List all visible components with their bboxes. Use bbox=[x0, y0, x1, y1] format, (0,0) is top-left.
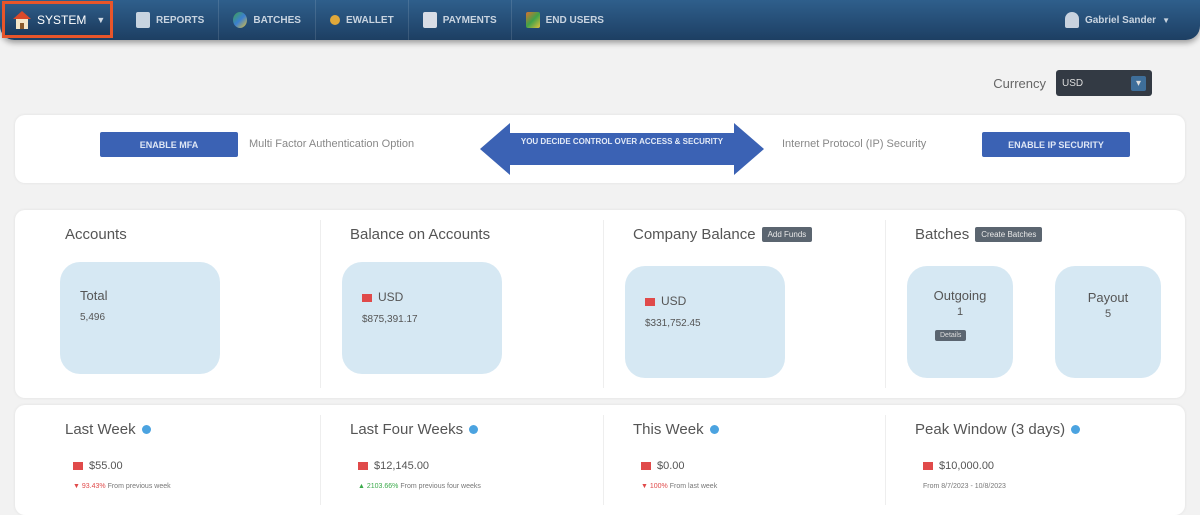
last-four-weeks-delta: ▲ 2103.66% From previous four weeks bbox=[358, 483, 481, 490]
accounts-card-label: Total bbox=[80, 288, 108, 303]
currency-selector: Currency USD ▾ bbox=[993, 70, 1152, 96]
system-menu-button[interactable]: SYSTEM ▼ bbox=[2, 1, 113, 38]
info-icon[interactable] bbox=[709, 425, 719, 434]
currency-label: Currency bbox=[993, 75, 1046, 91]
home-icon bbox=[13, 10, 31, 29]
last-four-weeks-title: Last Four Weeks bbox=[350, 421, 479, 438]
company-balance-title: Company Balance Add Funds bbox=[633, 226, 813, 243]
nav-item-ewallet[interactable]: EWALLET bbox=[316, 0, 409, 40]
nav-item-end-users[interactable]: END USERS bbox=[512, 0, 618, 40]
batches-icon bbox=[233, 12, 248, 28]
user-menu[interactable]: Gabriel Sander ▼ bbox=[1064, 0, 1170, 40]
ip-description: Internet Protocol (IP) Security bbox=[782, 138, 927, 150]
nav-item-label: REPORTS bbox=[156, 14, 205, 26]
peak-window-range: From 8/7/2023 - 10/8/2023 bbox=[923, 483, 1006, 490]
batches-title: Batches Create Batches bbox=[915, 226, 1043, 243]
create-batches-button[interactable]: Create Batches bbox=[975, 227, 1043, 242]
payout-value: 5 bbox=[1104, 308, 1112, 320]
balance-section: Balance on Accounts USD $875,391.17 bbox=[300, 210, 590, 398]
flag-icon bbox=[358, 462, 368, 471]
this-week-section: This Week $0.00 ▼ 100% From last week bbox=[583, 405, 873, 515]
info-icon[interactable] bbox=[469, 425, 479, 434]
chevron-down-icon: ▾ bbox=[1130, 75, 1146, 91]
ewallet-icon bbox=[329, 15, 340, 25]
balance-card: USD $875,391.17 bbox=[342, 262, 502, 374]
last-four-weeks-section: Last Four Weeks $12,145.00 ▲ 2103.66% Fr… bbox=[300, 405, 590, 515]
flag-icon bbox=[73, 462, 83, 471]
batches-section: Batches Create Batches Outgoing 1 Detail… bbox=[865, 210, 1185, 398]
nav-item-batches[interactable]: BATCHES bbox=[219, 0, 316, 40]
this-week-delta: ▼ 100% From last week bbox=[641, 483, 718, 490]
accounts-total-value: 5,496 bbox=[80, 312, 106, 323]
currency-value: USD bbox=[1062, 77, 1084, 89]
company-balance-value: $331,752.45 bbox=[645, 318, 701, 329]
nav-item-label: PAYMENTS bbox=[442, 14, 497, 26]
outgoing-value: 1 bbox=[956, 306, 964, 318]
accounts-section: Accounts Total 5,496 bbox=[15, 210, 305, 398]
user-name: Gabriel Sander bbox=[1084, 14, 1157, 26]
security-banner: ENABLE MFA Multi Factor Authentication O… bbox=[15, 115, 1185, 183]
peak-window-title: Peak Window (3 days) bbox=[915, 421, 1081, 438]
enable-mfa-button[interactable]: ENABLE MFA bbox=[100, 132, 238, 157]
nav-item-payments[interactable]: PAYMENTS bbox=[409, 0, 512, 40]
peak-window-value: $10,000.00 bbox=[923, 460, 994, 472]
this-week-value: $0.00 bbox=[641, 460, 685, 472]
company-balance-section: Company Balance Add Funds USD $331,752.4… bbox=[583, 210, 873, 398]
payments-icon bbox=[422, 12, 437, 28]
last-week-title: Last Week bbox=[65, 421, 151, 438]
chevron-down-icon: ▼ bbox=[1162, 15, 1170, 25]
end-users-icon bbox=[525, 12, 540, 28]
flag-icon bbox=[362, 293, 372, 302]
weekly-stats-panel: Last Week $55.00 ▼ 93.43% From previous … bbox=[15, 405, 1185, 515]
reports-icon bbox=[136, 12, 150, 28]
last-four-weeks-value: $12,145.00 bbox=[358, 460, 429, 472]
payout-label: Payout bbox=[1087, 290, 1129, 305]
company-balance-card: USD $331,752.45 bbox=[625, 266, 785, 378]
user-avatar-icon bbox=[1064, 12, 1079, 28]
payout-card[interactable]: Payout 5 bbox=[1055, 266, 1161, 378]
company-currency: USD bbox=[661, 294, 687, 308]
security-center-text: YOU DECIDE CONTROL OVER ACCESS & SECURIT… bbox=[520, 137, 724, 146]
stats-panel: Accounts Total 5,496 Balance on Accounts… bbox=[15, 210, 1185, 398]
last-week-delta: ▼ 93.43% From previous week bbox=[73, 483, 171, 490]
balance-currency: USD bbox=[378, 290, 404, 304]
outgoing-details-badge[interactable]: Details bbox=[935, 330, 967, 341]
peak-window-section: Peak Window (3 days) $10,000.00 From 8/7… bbox=[865, 405, 1185, 515]
currency-select[interactable]: USD ▾ bbox=[1056, 70, 1152, 96]
info-icon[interactable] bbox=[141, 425, 151, 434]
security-arrow: YOU DECIDE CONTROL OVER ACCESS & SECURIT… bbox=[480, 123, 764, 175]
flag-icon bbox=[645, 297, 655, 306]
chevron-down-icon: ▼ bbox=[96, 14, 106, 25]
accounts-card: Total 5,496 bbox=[60, 262, 220, 374]
add-funds-button[interactable]: Add Funds bbox=[761, 227, 813, 242]
balance-value: $875,391.17 bbox=[362, 314, 418, 325]
balance-title: Balance on Accounts bbox=[350, 226, 491, 243]
nav-item-reports[interactable]: REPORTS bbox=[122, 0, 220, 40]
double-arrow-icon bbox=[480, 123, 764, 175]
accounts-title: Accounts bbox=[65, 226, 127, 243]
enable-ip-security-button[interactable]: ENABLE IP SECURITY bbox=[982, 132, 1130, 157]
last-week-section: Last Week $55.00 ▼ 93.43% From previous … bbox=[15, 405, 305, 515]
system-label: SYSTEM bbox=[37, 12, 87, 27]
outgoing-label: Outgoing bbox=[933, 288, 987, 303]
nav-menu: REPORTS BATCHES EWALLET PAYMENTS END USE… bbox=[122, 0, 618, 40]
nav-item-label: BATCHES bbox=[253, 14, 301, 26]
outgoing-card[interactable]: Outgoing 1 Details bbox=[907, 266, 1013, 378]
top-nav-bar: SYSTEM ▼ REPORTS BATCHES EWALLET PAYMENT… bbox=[0, 0, 1200, 40]
mfa-description: Multi Factor Authentication Option bbox=[249, 138, 415, 150]
flag-icon bbox=[923, 462, 933, 471]
last-week-value: $55.00 bbox=[73, 460, 123, 472]
this-week-title: This Week bbox=[633, 421, 719, 438]
nav-item-label: EWALLET bbox=[345, 14, 394, 26]
info-icon[interactable] bbox=[1071, 425, 1081, 434]
nav-item-label: END USERS bbox=[545, 14, 604, 26]
flag-icon bbox=[641, 462, 651, 471]
